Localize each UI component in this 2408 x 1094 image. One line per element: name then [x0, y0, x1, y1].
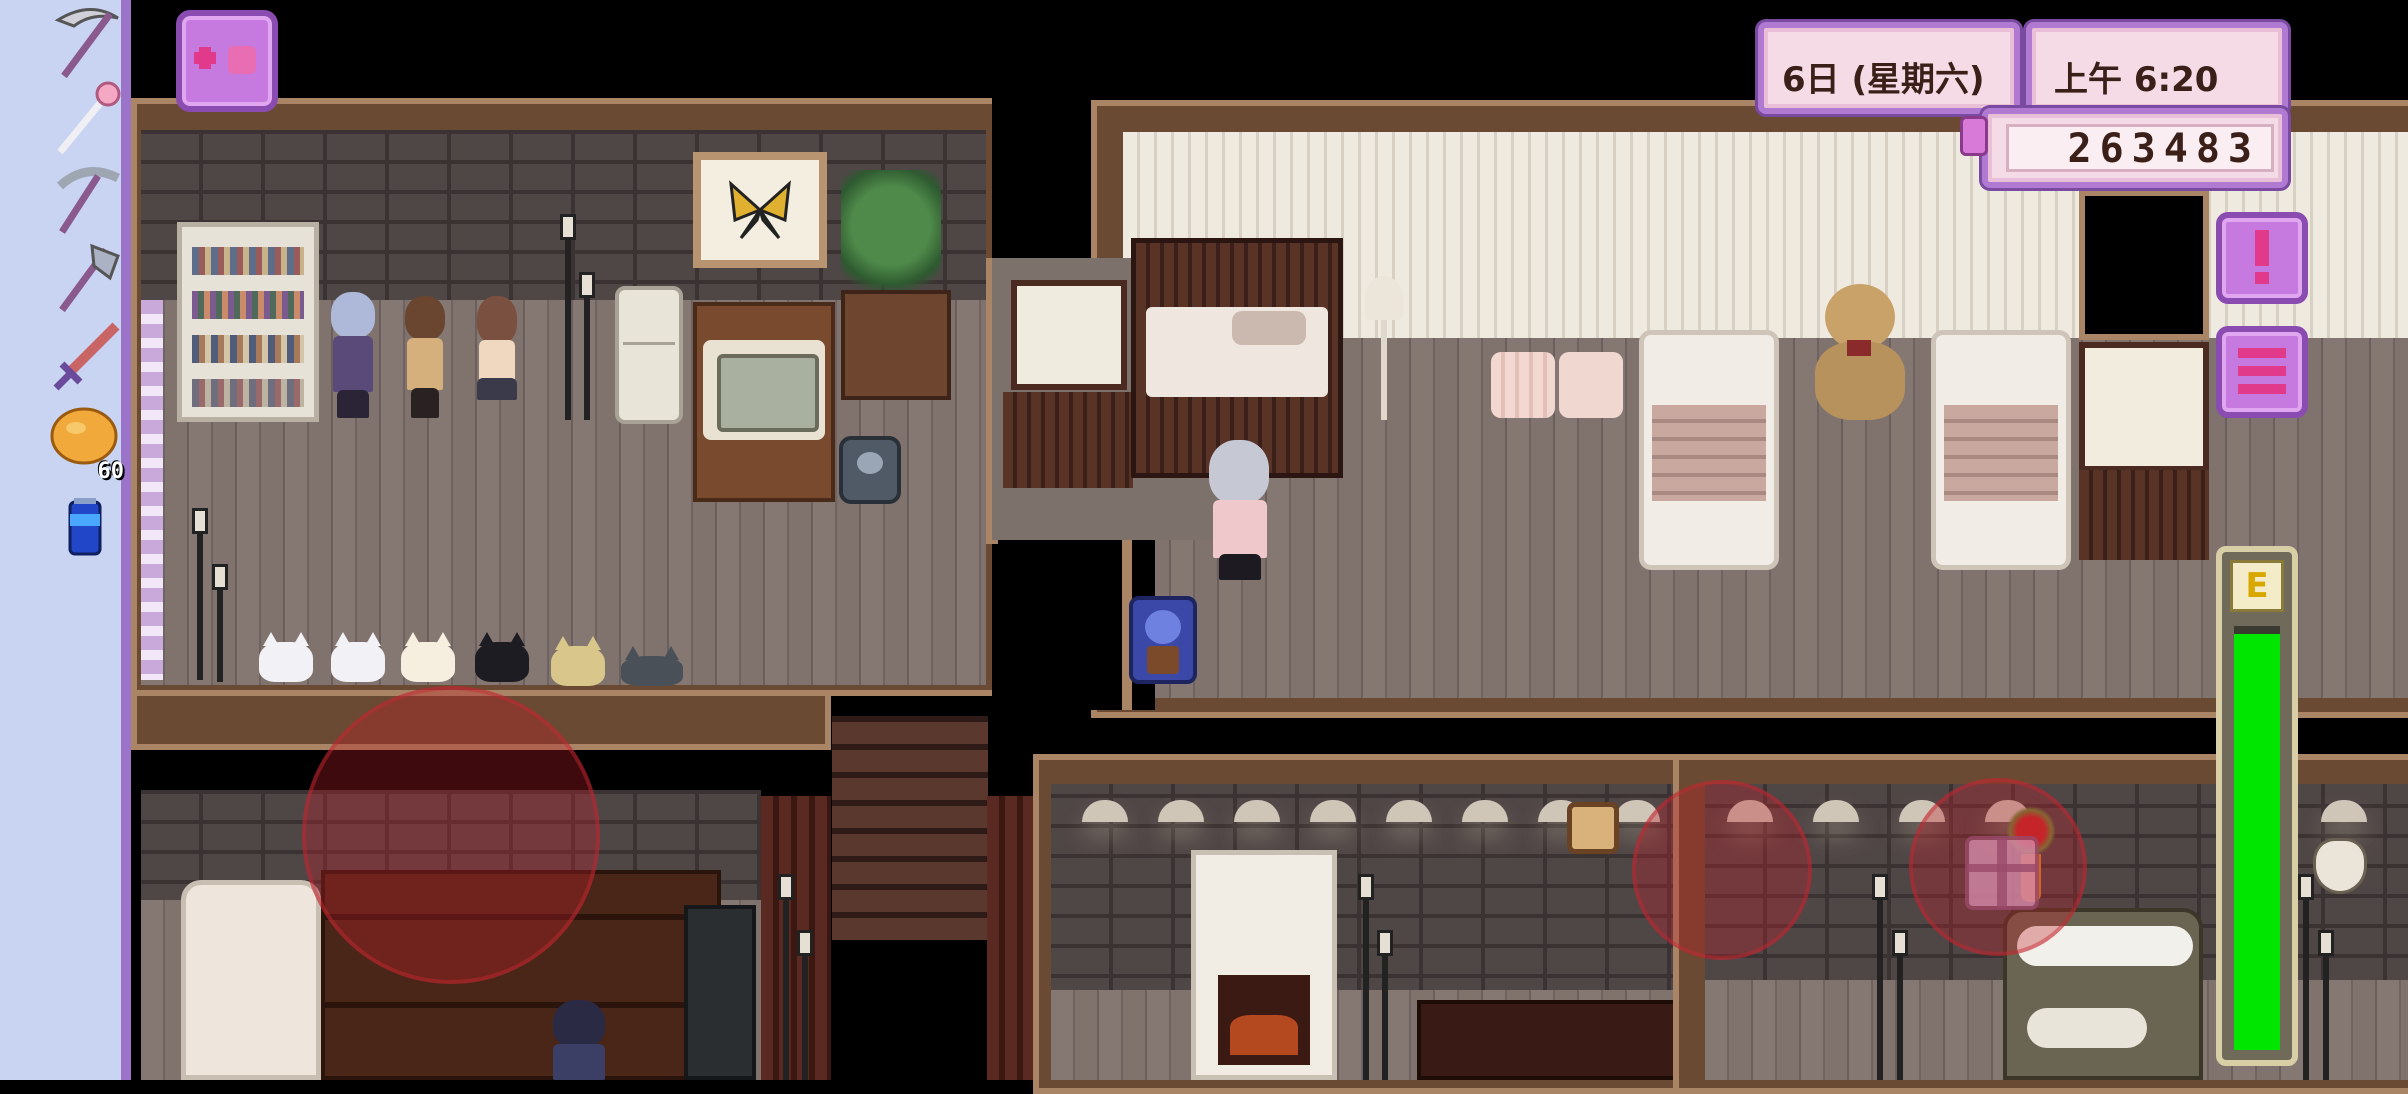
menu-button[interactable]	[2216, 326, 2308, 418]
money-panel: 263483	[1982, 108, 2288, 188]
npc-brown-hair[interactable]	[399, 296, 451, 426]
action-button[interactable]	[1632, 780, 1812, 960]
lamp-shade	[797, 930, 813, 956]
time-panel: 上午 6:20	[2026, 22, 2288, 114]
dark-fridge[interactable]	[684, 905, 756, 1080]
npc-girl[interactable]	[471, 296, 523, 426]
curtain	[761, 796, 831, 1080]
floor-lamp	[1877, 890, 1883, 1080]
white-floor-lamp	[1357, 276, 1411, 426]
bookshelf[interactable]	[177, 222, 319, 422]
scythe-icon[interactable]	[40, 0, 130, 90]
lamp-shade	[778, 874, 794, 900]
black-cat[interactable]	[475, 632, 529, 682]
white-cat[interactable]	[331, 632, 385, 682]
curtain	[141, 300, 163, 680]
npc-dark-hair[interactable]	[547, 1000, 611, 1080]
lamp-shade	[192, 508, 208, 534]
date-panel: 6日 (星期六)	[1758, 22, 2020, 114]
energy-bar: E	[2216, 546, 2298, 1066]
white-bed[interactable]	[1639, 330, 1779, 570]
joystick-circle[interactable]	[302, 686, 600, 984]
energy-fill	[2234, 634, 2280, 1050]
lamp-shade	[212, 564, 228, 590]
floor-lamp	[2323, 940, 2329, 1080]
window	[1011, 280, 1127, 390]
fridge[interactable]	[615, 286, 683, 424]
heart-icon	[194, 46, 256, 74]
white-bed[interactable]	[1931, 330, 2071, 570]
staircase[interactable]	[832, 716, 988, 940]
lamp-shade	[1358, 874, 1374, 900]
lamp-shade	[560, 214, 576, 240]
wood-panel	[2079, 470, 2209, 560]
gray-cat[interactable]	[621, 646, 683, 686]
white-cat[interactable]	[259, 632, 313, 682]
bread-count: 60	[97, 459, 125, 484]
butterfly-frame	[693, 152, 827, 268]
wood-panel	[1003, 392, 1133, 488]
pillow	[1491, 352, 1555, 418]
floor-lamp	[2303, 890, 2309, 1080]
floor-lamp	[802, 940, 808, 1080]
tv-cabinet[interactable]	[693, 302, 835, 502]
pillow	[1559, 352, 1623, 418]
gift-button[interactable]	[1909, 778, 2087, 956]
money-text: 263483	[2067, 126, 2260, 172]
lamp-shade	[1872, 874, 1888, 900]
floor-lamp	[584, 280, 590, 420]
menu-icon	[2238, 348, 2286, 394]
npc-silver-hair[interactable]	[325, 292, 381, 422]
axe-icon[interactable]	[40, 234, 130, 324]
white-cat[interactable]	[401, 632, 455, 682]
inventory-toolbar: 60	[0, 0, 131, 1080]
lamp-shade	[1892, 930, 1908, 956]
fireplace[interactable]	[1191, 850, 1337, 1080]
void	[2079, 190, 2209, 340]
bread-icon[interactable]: 60	[40, 394, 130, 484]
quest-button[interactable]	[2216, 212, 2308, 304]
energy-track	[2234, 626, 2280, 1050]
plant-stand	[841, 290, 951, 400]
energy-label: E	[2230, 560, 2284, 612]
coin-icon	[1960, 116, 1988, 156]
lamp-shade	[2298, 874, 2314, 900]
magic-wand-icon[interactable]	[40, 78, 130, 168]
gift-icon	[1965, 836, 2039, 910]
blue-can-icon[interactable]	[40, 484, 130, 574]
lamp-shade	[1377, 930, 1393, 956]
wall-clock	[1567, 802, 1619, 854]
npc-blue-hair[interactable]	[1129, 596, 1197, 684]
floor-lamp	[783, 890, 789, 1080]
tabby-cat[interactable]	[551, 636, 605, 686]
deer-skull	[2313, 838, 2367, 894]
window	[2079, 342, 2209, 472]
floor-lamp	[565, 230, 571, 420]
floor-lamp	[197, 520, 203, 680]
sewing-desk[interactable]	[1417, 1000, 1693, 1080]
player-character[interactable]	[1203, 440, 1277, 582]
gray-robot[interactable]	[839, 436, 901, 504]
lamp-shade	[579, 272, 595, 298]
pickaxe-icon[interactable]	[40, 156, 130, 246]
date-text: 6日 (星期六)	[1782, 60, 1985, 100]
floor-lamp	[1363, 890, 1369, 1080]
exclamation-icon	[2255, 230, 2269, 284]
floor-lamp	[1897, 940, 1903, 1080]
kitchen-hutch[interactable]	[181, 880, 321, 1080]
time-text: 上午 6:20	[2054, 60, 2219, 100]
sword-icon[interactable]	[40, 312, 130, 402]
teddy-bear[interactable]	[1797, 284, 1921, 424]
lamp-shade	[2318, 930, 2334, 956]
journal-button[interactable]	[176, 10, 278, 112]
floor-lamp	[1382, 940, 1388, 1080]
